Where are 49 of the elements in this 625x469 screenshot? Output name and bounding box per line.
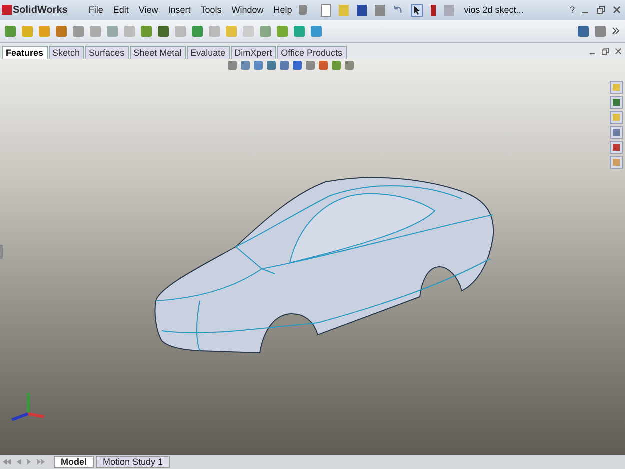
tab[interactable]: Surfaces — [85, 46, 129, 59]
tool-icon[interactable] — [311, 26, 322, 36]
task-pane-icon[interactable] — [610, 81, 623, 94]
menu-item[interactable]: Window — [228, 5, 267, 15]
tool-icon[interactable] — [294, 26, 305, 36]
tool-icon[interactable] — [141, 26, 152, 36]
menu-item[interactable]: Insert — [165, 5, 194, 15]
task-pane-icon[interactable] — [610, 141, 623, 154]
tool-icon[interactable] — [73, 26, 84, 36]
task-pane-icon[interactable] — [610, 96, 623, 109]
close-icon[interactable] — [615, 48, 622, 54]
logo-icon — [2, 5, 12, 15]
tool-icon[interactable] — [192, 26, 203, 36]
tab[interactable]: Evaluate — [186, 46, 230, 59]
menu-item[interactable]: Help — [270, 5, 296, 15]
tab[interactable]: Sheet Metal — [130, 46, 186, 59]
app-name: SolidWorks — [13, 4, 68, 16]
tab[interactable]: Office Products — [277, 46, 347, 59]
pointer-icon[interactable] — [411, 4, 424, 16]
panel-grip-icon[interactable] — [0, 245, 3, 259]
menu-item[interactable]: File — [86, 5, 106, 15]
menu-item[interactable]: View — [136, 5, 162, 15]
tool-icon[interactable] — [277, 26, 288, 36]
tool-icon[interactable] — [56, 26, 67, 36]
menu-item[interactable]: Tools — [198, 5, 225, 15]
tool-icon[interactable] — [5, 26, 16, 36]
tab[interactable]: Features — [2, 46, 48, 59]
tool-icon[interactable] — [158, 26, 169, 36]
task-pane-icon[interactable] — [610, 126, 623, 139]
tab[interactable]: Motion Study 1 — [96, 456, 170, 468]
undo-icon[interactable] — [393, 4, 404, 16]
help-button[interactable]: ? — [570, 5, 575, 15]
restore-icon[interactable] — [602, 48, 609, 54]
chevron-icon[interactable] — [612, 27, 620, 35]
task-pane-icon[interactable] — [610, 111, 623, 124]
axis-triad-drawing — [11, 393, 44, 422]
close-icon[interactable] — [613, 6, 621, 14]
document-title: vios 2d skect... — [464, 5, 524, 15]
tab-scroll-arrows-icon[interactable] — [2, 458, 46, 466]
tab[interactable]: Model — [54, 456, 94, 468]
tool-icon[interactable] — [595, 26, 606, 36]
menu-item[interactable]: Edit — [110, 5, 132, 15]
restore-icon[interactable] — [597, 6, 605, 14]
tab[interactable]: DimXpert — [230, 46, 276, 59]
tool-icon[interactable] — [578, 26, 589, 36]
tab[interactable]: Sketch — [48, 46, 84, 59]
document-icon[interactable] — [321, 4, 332, 16]
task-pane-icon[interactable] — [610, 156, 623, 169]
tool-icon[interactable] — [260, 26, 271, 36]
